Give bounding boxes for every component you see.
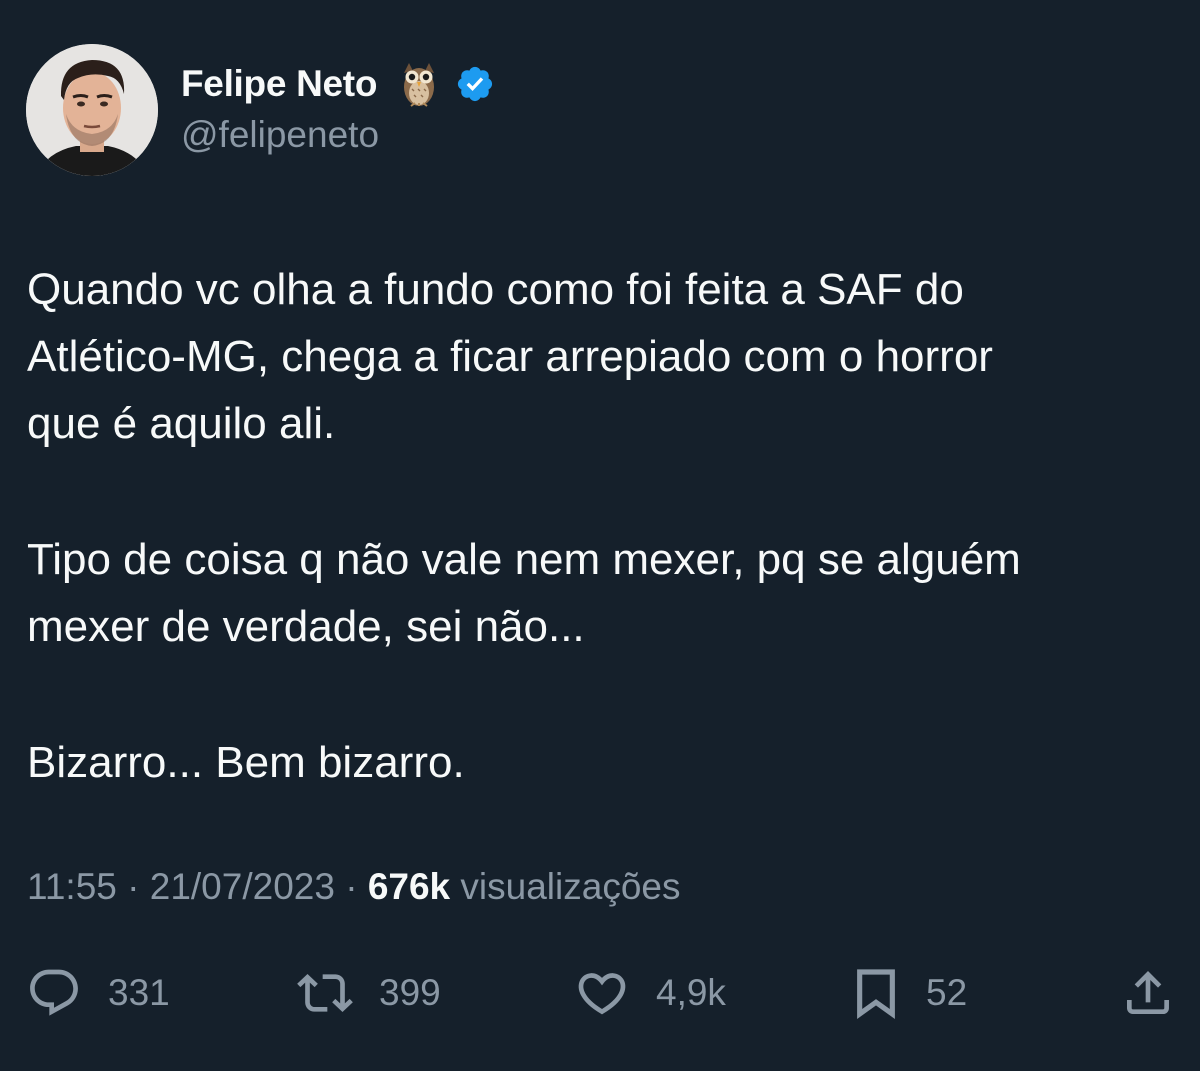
display-name[interactable]: Felipe Neto	[181, 63, 377, 105]
verified-badge-icon	[455, 64, 495, 104]
meta-separator: ·	[334, 866, 368, 907]
tweet-time[interactable]: 11:55	[27, 866, 117, 907]
meta-separator: ·	[116, 866, 150, 907]
tweet: Felipe Neto @felipeneto Quando vc olha a…	[0, 0, 1200, 1071]
avatar-photo	[26, 44, 158, 176]
like-button[interactable]: 4,9k	[574, 958, 726, 1028]
share-button[interactable]	[1120, 958, 1176, 1028]
bookmark-button[interactable]: 52	[852, 958, 967, 1028]
tweet-paragraph: Tipo de coisa q não vale nem mexer, pq s…	[27, 535, 1021, 651]
reply-count: 331	[108, 972, 170, 1013]
retweet-button[interactable]: 399	[297, 958, 441, 1028]
share-icon	[1127, 971, 1169, 1014]
author-handle[interactable]: @felipeneto	[181, 114, 379, 156]
heart-icon	[578, 973, 626, 1015]
views-label: visualizações	[450, 866, 681, 907]
owl-emoji-icon	[399, 59, 439, 109]
like-count: 4,9k	[656, 972, 726, 1013]
tweet-meta: 11:55 · 21/07/2023 · 676k visualizações	[27, 866, 680, 908]
action-bar: 331 399 4,9k 52	[0, 958, 1200, 1028]
reply-button[interactable]: 331	[26, 958, 170, 1028]
author-name-row: Felipe Neto	[181, 58, 495, 110]
tweet-text: Quando vc olha a fundo como foi feita a …	[27, 256, 1177, 796]
tweet-paragraph: Bizarro... Bem bizarro.	[27, 738, 465, 787]
reply-icon	[30, 969, 78, 1016]
retweet-count: 399	[379, 972, 441, 1013]
retweet-icon	[297, 974, 353, 1012]
bookmark-icon	[857, 969, 895, 1019]
views-count: 676k	[367, 866, 451, 907]
tweet-paragraph: Quando vc olha a fundo como foi feita a …	[27, 265, 993, 448]
avatar[interactable]	[26, 44, 158, 176]
tweet-date[interactable]: 21/07/2023	[150, 866, 335, 907]
bookmark-count: 52	[926, 972, 968, 1013]
